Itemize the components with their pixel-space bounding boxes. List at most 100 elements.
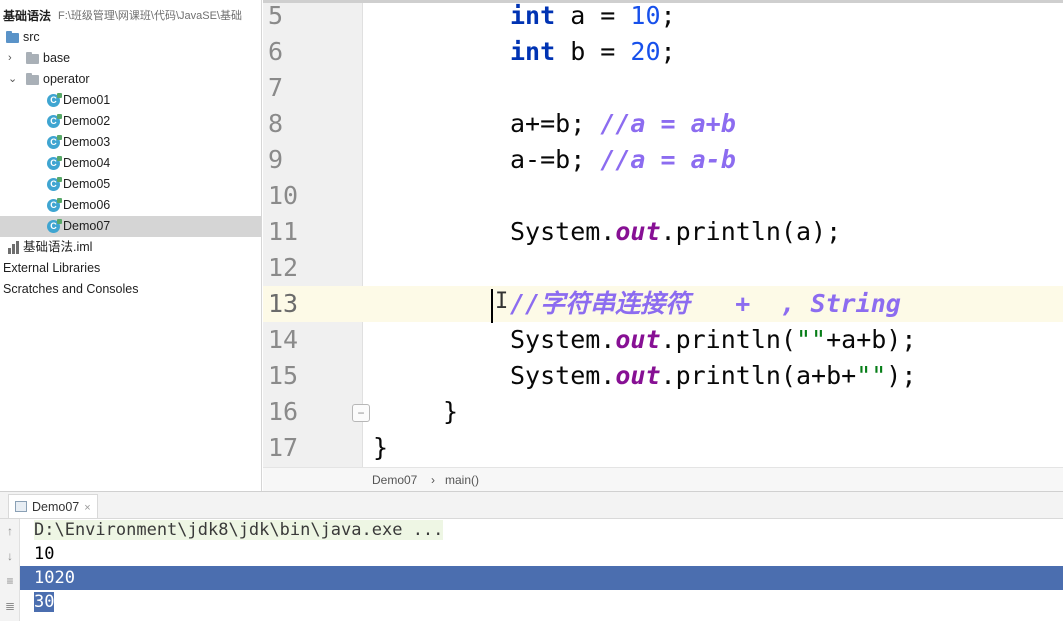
console-line-text: 30 <box>34 592 55 612</box>
console-line[interactable]: D:\Environment\jdk8\jdk\bin\java.exe ... <box>20 518 1063 542</box>
tree-item-demo03[interactable]: C Demo03 <box>0 132 261 153</box>
tree-item-src[interactable]: src <box>0 27 261 48</box>
code-line[interactable]: 16} <box>263 394 1063 430</box>
tree-item-demo06[interactable]: C Demo06 <box>0 195 261 216</box>
code-token: a+=b; <box>510 109 601 138</box>
module-file-icon <box>8 241 21 254</box>
tree-item-label: Demo01 <box>63 93 111 107</box>
code-token: +a+b); <box>826 325 917 354</box>
soft-wrap-icon[interactable]: ≡ <box>3 574 17 588</box>
project-root-path: F:\班级管理\网课班\代码\JavaSE\基础 <box>58 10 242 22</box>
tree-item-scratches-and-consoles[interactable]: Scratches and Consoles <box>0 279 261 300</box>
keyword-token: int <box>510 1 556 30</box>
code-token: b = <box>555 37 631 66</box>
code-editor[interactable]: 5 int a = 10; 6 int b = 20; 7 8 a+=b; //a = a+… <box>263 0 1063 467</box>
keyword-token: int <box>510 37 556 66</box>
console-line-text: D:\Environment\jdk8\jdk\bin\java.exe ... <box>34 520 444 540</box>
code-line[interactable]: 17} <box>263 430 1063 466</box>
editor-breadcrumb: Demo07 › main() <box>263 467 1063 491</box>
line-number: 14 <box>268 325 299 354</box>
text-caret <box>491 289 493 323</box>
tree-item-demo04[interactable]: C Demo04 <box>0 153 261 174</box>
tree-item-label: Demo04 <box>63 156 111 170</box>
tree-item-iml[interactable]: 基础语法.iml <box>0 237 261 258</box>
tree-item-label: src <box>23 30 40 44</box>
tree-item-label: External Libraries <box>3 261 101 275</box>
code-text: a+=b; //a = a+b <box>510 106 736 142</box>
line-number: 12 <box>268 253 299 282</box>
code-line[interactable]: 10 <box>263 178 1063 214</box>
tree-item-label: 基础语法.iml <box>23 240 93 254</box>
code-line[interactable]: 8 a+=b; //a = a+b <box>263 106 1063 142</box>
chevron-right-icon[interactable]: › <box>8 48 12 69</box>
fold-collapse-icon[interactable]: − <box>352 404 370 422</box>
run-tab-demo07[interactable]: Demo07 × <box>8 494 98 518</box>
string-token: "" <box>856 361 887 390</box>
java-class-icon: C <box>47 93 62 107</box>
code-token: .println(a); <box>660 217 842 246</box>
chevron-down-icon[interactable]: ⌄ <box>8 69 17 90</box>
comment-token: //a = a-b <box>600 145 736 174</box>
line-number: 13 <box>268 289 299 318</box>
package-folder-icon <box>26 73 39 85</box>
breadcrumb-separator: › <box>431 473 435 487</box>
code-line[interactable]: 15 System.out.println(a+b+""); <box>263 358 1063 394</box>
tree-item-external-libraries[interactable]: External Libraries <box>0 258 261 279</box>
code-text: } <box>443 394 458 430</box>
line-number: 16 <box>268 397 299 426</box>
console-line[interactable]: 10 <box>20 542 1063 566</box>
code-text: System.out.println(""+a+b); <box>510 322 916 358</box>
number-token: 10 <box>630 1 661 30</box>
code-text: } <box>373 430 388 466</box>
tree-item-operator[interactable]: ⌄ operator <box>0 69 261 90</box>
tree-item-label: Demo03 <box>63 135 111 149</box>
line-number: 10 <box>268 181 299 210</box>
tree-item-demo07[interactable]: C Demo07 <box>0 216 261 237</box>
line-number: 15 <box>268 361 299 390</box>
code-text: int a = 10; <box>510 0 676 34</box>
code-line[interactable]: 12 <box>263 250 1063 286</box>
console-line[interactable]: 1020 <box>20 566 1063 590</box>
code-token: ; <box>660 37 676 66</box>
code-text: a-=b; //a = a-b <box>510 142 736 178</box>
code-line[interactable]: 5 int a = 10; <box>263 0 1063 34</box>
project-root-row[interactable]: 基础语法 F:\班级管理\网课班\代码\JavaSE\基础 <box>0 6 261 27</box>
run-tab-label: Demo07 <box>32 500 80 514</box>
breadcrumb-class[interactable]: Demo07 <box>372 468 417 492</box>
tree-item-label: Demo06 <box>63 198 111 212</box>
tree-item-demo01[interactable]: C Demo01 <box>0 90 261 111</box>
tree-item-demo02[interactable]: C Demo02 <box>0 111 261 132</box>
console-line[interactable]: 30 <box>20 590 1063 614</box>
line-number: 8 <box>268 109 284 138</box>
tree-item-label: Demo02 <box>63 114 111 128</box>
line-number: 9 <box>268 145 284 174</box>
java-class-icon: C <box>47 135 62 149</box>
code-text: System.out.println(a+b+""); <box>510 358 916 394</box>
code-line[interactable]: 6 int b = 20; <box>263 34 1063 70</box>
breadcrumb-method[interactable]: main() <box>445 468 479 492</box>
code-token: a = <box>555 1 631 30</box>
code-token: a-=b; <box>510 145 601 174</box>
java-class-icon: C <box>47 198 62 212</box>
line-number: 11 <box>268 217 299 246</box>
project-tree-panel: 基础语法 F:\班级管理\网课班\代码\JavaSE\基础 src › base ⌄ o… <box>0 0 262 491</box>
tree-item-base[interactable]: › base <box>0 48 261 69</box>
arrow-down-icon[interactable]: ↓ <box>3 549 17 563</box>
java-class-icon: C <box>47 114 62 128</box>
code-line[interactable]: 7 <box>263 70 1063 106</box>
package-folder-icon <box>26 52 39 64</box>
string-token: "" <box>795 325 827 354</box>
code-line[interactable]: 14 System.out.println(""+a+b); <box>263 322 1063 358</box>
field-token: out <box>615 325 661 354</box>
print-icon[interactable]: ≣ <box>3 599 17 613</box>
close-tab-icon[interactable]: × <box>84 502 90 514</box>
code-line[interactable]: 9 a-=b; //a = a-b <box>263 142 1063 178</box>
code-text: System.out.println(a); <box>510 214 841 250</box>
code-line[interactable]: 11 System.out.println(a); <box>263 214 1063 250</box>
tree-item-label: base <box>43 51 71 65</box>
arrow-up-icon[interactable]: ↑ <box>3 524 17 538</box>
code-line[interactable]: 13 //字符串连接符 + , String <box>263 286 1063 322</box>
tree-item-label: Demo05 <box>63 177 111 191</box>
code-token: System. <box>510 325 616 354</box>
tree-item-demo05[interactable]: C Demo05 <box>0 174 261 195</box>
